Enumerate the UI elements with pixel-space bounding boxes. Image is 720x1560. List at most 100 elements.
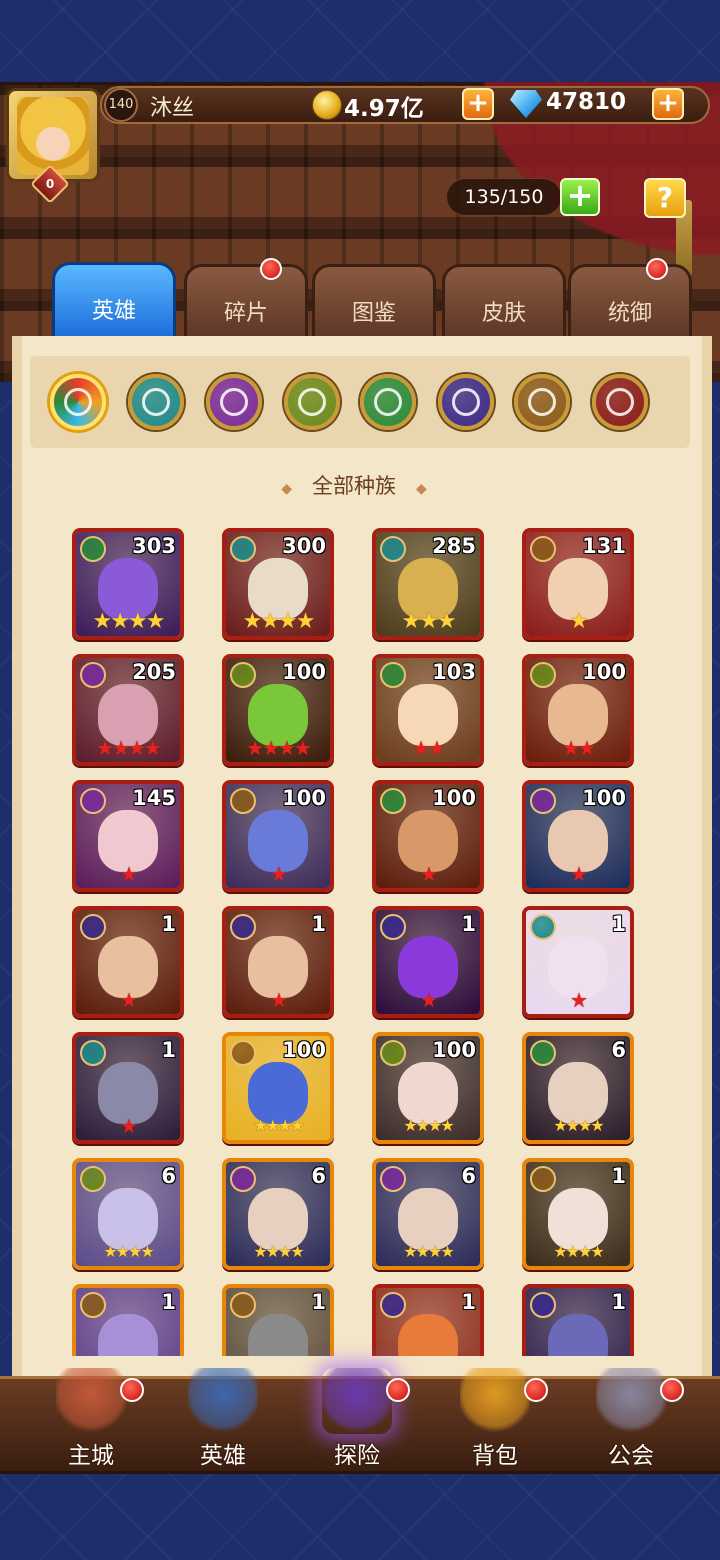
backpack-icon bbox=[460, 1368, 530, 1434]
hero-stars: ★★★★ bbox=[553, 1116, 604, 1135]
light-icon bbox=[528, 388, 556, 416]
add-diamond-button[interactable]: + bbox=[652, 88, 684, 120]
hero-card[interactable]: 6 ★★★★ bbox=[372, 1158, 484, 1270]
hero-level: 300 bbox=[282, 534, 326, 558]
hero-card[interactable]: 1 ★ bbox=[522, 906, 634, 1018]
tab-heroes-label: 英雄 bbox=[91, 299, 136, 324]
hero-card[interactable]: 1 bbox=[72, 1284, 184, 1356]
hero-card[interactable]: 303 ★★★★ bbox=[72, 528, 184, 640]
hero-card[interactable]: 100 ★★★★ bbox=[222, 1032, 334, 1144]
nav-portal[interactable]: 探险 bbox=[302, 1362, 412, 1472]
tab-skins[interactable]: 皮肤 bbox=[442, 264, 566, 346]
tab-command[interactable]: 统御 bbox=[568, 264, 692, 346]
hero-stars: ★★★★ bbox=[242, 609, 316, 634]
hero-stars: ★ bbox=[420, 988, 438, 1012]
hero-stars: ★★★★ bbox=[246, 736, 312, 760]
faction-all-races-button[interactable] bbox=[50, 374, 106, 430]
notification-dot bbox=[386, 1378, 410, 1402]
hero-stars: ★★★★ bbox=[103, 1242, 154, 1261]
hero-card[interactable]: 1 ★★★★ bbox=[522, 1158, 634, 1270]
nature-race-icon bbox=[80, 536, 106, 562]
demon-race-icon bbox=[380, 1292, 406, 1318]
faction-light-button[interactable] bbox=[514, 374, 570, 430]
hero-card[interactable]: 1 ★ bbox=[72, 1032, 184, 1144]
hero-card[interactable]: 1 ★ bbox=[72, 906, 184, 1018]
hero-level: 6 bbox=[611, 1038, 626, 1062]
faction-shadow-button[interactable] bbox=[206, 374, 262, 430]
hero-stars: ★★★★ bbox=[403, 1116, 454, 1135]
hero-card[interactable]: 1 bbox=[372, 1284, 484, 1356]
nav-castle[interactable]: 主城 bbox=[36, 1362, 146, 1472]
water-race-icon bbox=[380, 536, 406, 562]
player-name: 沐丝 bbox=[150, 96, 195, 121]
hero-level: 205 bbox=[132, 660, 176, 684]
tab-skins-label: 皮肤 bbox=[481, 301, 526, 326]
hero-card[interactable]: 300 ★★★★ bbox=[222, 528, 334, 640]
notification-dot bbox=[660, 1378, 684, 1402]
castle-icon bbox=[56, 1368, 126, 1434]
hero-level: 100 bbox=[582, 786, 626, 810]
notification-dot bbox=[120, 1378, 144, 1402]
hero-card[interactable]: 1 ★ bbox=[372, 906, 484, 1018]
faction-nature-button[interactable] bbox=[360, 374, 416, 430]
hero-face bbox=[248, 1314, 308, 1356]
hero-card[interactable]: 100 ★★ bbox=[522, 654, 634, 766]
tab-heroes[interactable]: 英雄 bbox=[52, 262, 176, 344]
hero-level: 100 bbox=[282, 1038, 326, 1062]
nav-backpack[interactable]: 背包 bbox=[440, 1362, 550, 1472]
hero-card[interactable]: 285 ★★★ bbox=[372, 528, 484, 640]
portal-icon bbox=[322, 1368, 392, 1434]
hero-card[interactable]: 1 bbox=[222, 1284, 334, 1356]
demon-race-icon bbox=[80, 914, 106, 940]
hero-stars: ★★★★ bbox=[96, 736, 162, 760]
hero-card[interactable]: 131 ★ bbox=[522, 528, 634, 640]
shadow-race-icon bbox=[530, 788, 556, 814]
hero-level: 100 bbox=[582, 660, 626, 684]
hero-card[interactable]: 6 ★★★★ bbox=[222, 1158, 334, 1270]
hero-level: 1 bbox=[311, 1290, 326, 1314]
add-gold-button[interactable]: + bbox=[462, 88, 494, 120]
hero-card[interactable]: 1 ★ bbox=[222, 906, 334, 1018]
help-button[interactable]: ? bbox=[644, 178, 686, 218]
hero-card[interactable]: 100 ★ bbox=[372, 780, 484, 892]
player-level: 140 bbox=[104, 88, 138, 122]
hero-level: 1 bbox=[611, 1164, 626, 1188]
hero-card[interactable]: 100 ★ bbox=[522, 780, 634, 892]
hero-stars: ★ bbox=[120, 988, 138, 1012]
hero-icon bbox=[188, 1368, 258, 1434]
nature-icon bbox=[374, 388, 402, 416]
hero-card[interactable]: 6 ★★★★ bbox=[522, 1032, 634, 1144]
nature-race-icon bbox=[380, 788, 406, 814]
nav-hero[interactable]: 英雄 bbox=[168, 1362, 278, 1472]
tab-codex[interactable]: 图鉴 bbox=[312, 264, 436, 346]
diamond-ornament-right: ◆ bbox=[416, 481, 427, 497]
faction-demon-button[interactable] bbox=[438, 374, 494, 430]
hero-card[interactable]: 100 ★★★★ bbox=[372, 1032, 484, 1144]
nature-race-icon bbox=[380, 662, 406, 688]
nav-label: 英雄 bbox=[200, 1443, 246, 1469]
nav-label: 探险 bbox=[334, 1443, 380, 1469]
hero-stars: ★ bbox=[120, 862, 138, 886]
expand-capacity-button[interactable]: + bbox=[560, 178, 600, 216]
nav-guild-tower[interactable]: 公会 bbox=[576, 1362, 686, 1472]
hero-card[interactable]: 100 ★ bbox=[222, 780, 334, 892]
hero-card[interactable]: 145 ★ bbox=[72, 780, 184, 892]
hero-card[interactable]: 103 ★★ bbox=[372, 654, 484, 766]
faction-fire-button[interactable] bbox=[592, 374, 648, 430]
hero-level: 1 bbox=[611, 1290, 626, 1314]
hero-stars: ★ bbox=[270, 862, 288, 886]
hero-card[interactable]: 100 ★★★★ bbox=[222, 654, 334, 766]
faction-eye-button[interactable] bbox=[284, 374, 340, 430]
hero-level: 100 bbox=[432, 786, 476, 810]
hero-card[interactable]: 6 ★★★★ bbox=[72, 1158, 184, 1270]
vip-level: 0 bbox=[45, 177, 55, 191]
tab-fragments[interactable]: 碎片 bbox=[184, 264, 308, 346]
hero-card[interactable]: 1 bbox=[522, 1284, 634, 1356]
hero-level: 1 bbox=[311, 912, 326, 936]
nature-race-icon bbox=[530, 1040, 556, 1066]
hero-stars: ★★★★ bbox=[253, 1116, 304, 1135]
hero-level: 6 bbox=[161, 1164, 176, 1188]
tab-fragments-label: 碎片 bbox=[223, 301, 268, 326]
hero-card[interactable]: 205 ★★★★ bbox=[72, 654, 184, 766]
faction-water-button[interactable] bbox=[128, 374, 184, 430]
